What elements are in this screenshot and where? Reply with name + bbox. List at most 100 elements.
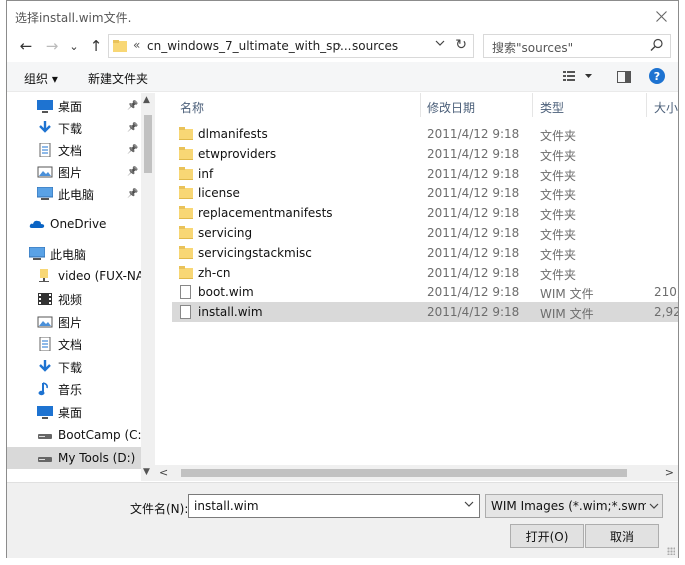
address-dropdown[interactable] bbox=[435, 38, 445, 51]
column-header-size[interactable]: 大小 bbox=[654, 93, 678, 117]
pin-icon[interactable]: 📌 bbox=[127, 145, 138, 155]
scroll-right-icon[interactable]: > bbox=[665, 466, 674, 479]
pictures-icon bbox=[37, 315, 53, 329]
sidebar-item-label: My Tools (D:) bbox=[58, 451, 136, 465]
sidebar-item[interactable]: BootCamp (C:) bbox=[7, 424, 146, 446]
column-divider[interactable] bbox=[420, 93, 421, 117]
file-row[interactable]: license 2011/4/12 9:18 文件夹 bbox=[172, 183, 678, 203]
sidebar-item[interactable]: 桌面 📌 bbox=[7, 95, 141, 117]
new-folder-button[interactable]: 新建文件夹 bbox=[88, 70, 148, 87]
document-icon bbox=[37, 336, 53, 352]
column-divider[interactable] bbox=[646, 93, 647, 117]
sort-ascending-icon: ^ bbox=[289, 93, 298, 100]
sidebar-item[interactable]: 视频 bbox=[7, 288, 141, 310]
file-name: inf bbox=[198, 166, 214, 181]
desktop-icon bbox=[37, 99, 53, 113]
file-date: 2011/4/12 9:18 bbox=[427, 206, 520, 221]
sidebar-item[interactable]: video (FUX-NA bbox=[7, 265, 144, 287]
sidebar-item[interactable]: 此电脑 📌 bbox=[7, 183, 141, 205]
sidebar-item[interactable]: 图片 📌 bbox=[7, 161, 141, 183]
sidebar-item[interactable]: 文档 bbox=[7, 333, 141, 355]
sidebar-item-label: 桌面 bbox=[58, 405, 83, 420]
sidebar-item[interactable]: 音乐 bbox=[7, 378, 141, 400]
refresh-button[interactable]: ↻ bbox=[455, 37, 467, 53]
up-button[interactable]: ↑ bbox=[85, 36, 107, 56]
horizontal-scrollbar[interactable]: < > bbox=[155, 465, 678, 481]
sidebar-item-label: 音乐 bbox=[58, 382, 83, 397]
document-icon bbox=[37, 142, 53, 158]
nav-scrollbar[interactable]: ▲ ▼ bbox=[141, 93, 155, 481]
sidebar-item[interactable]: 图片 bbox=[7, 311, 141, 333]
column-header-type[interactable]: 类型 bbox=[540, 93, 564, 117]
organize-menu[interactable]: 组织 ▾ bbox=[24, 70, 58, 87]
folder-icon bbox=[179, 245, 193, 260]
back-button[interactable]: ← bbox=[15, 36, 37, 56]
file-row[interactable]: servicingstackmisc 2011/4/12 9:18 文件夹 bbox=[172, 243, 678, 263]
sidebar-item[interactable]: 桌面 bbox=[7, 401, 141, 423]
resize-grip-icon[interactable] bbox=[667, 547, 675, 555]
pin-icon[interactable]: 📌 bbox=[127, 123, 138, 133]
address-bar[interactable]: « cn_windows_7_ultimate_with_sp... › sou… bbox=[108, 34, 474, 58]
chevron-down-icon bbox=[435, 40, 445, 46]
file-row[interactable]: etwproviders 2011/4/12 9:18 文件夹 bbox=[172, 144, 678, 164]
open-button[interactable]: 打开(O) bbox=[510, 524, 584, 548]
sidebar-item[interactable]: OneDrive bbox=[7, 213, 141, 235]
file-type: 文件夹 bbox=[540, 148, 577, 163]
breadcrumb-segment[interactable]: sources bbox=[352, 39, 398, 53]
scroll-left-icon[interactable]: < bbox=[159, 466, 168, 479]
forward-button[interactable]: → bbox=[41, 36, 63, 56]
file-open-dialog: 选择install.wim文件. ← → ⌄ ↑ « cn_windows_7_… bbox=[6, 0, 679, 558]
file-row[interactable]: boot.wim 2011/4/12 9:18 WIM 文件 210,1 bbox=[172, 282, 678, 302]
close-icon bbox=[655, 10, 667, 22]
column-type-label: 类型 bbox=[540, 101, 565, 115]
recent-locations-button[interactable]: ⌄ bbox=[63, 36, 85, 56]
file-name: boot.wim bbox=[198, 285, 254, 300]
file-row[interactable]: replacementmanifests 2011/4/12 9:18 文件夹 bbox=[172, 203, 678, 223]
download-icon bbox=[37, 121, 53, 135]
sidebar-item[interactable]: 下载 bbox=[7, 356, 141, 378]
file-type-select[interactable]: WIM Images (*.wim;*.swm;*.e bbox=[485, 494, 663, 518]
sidebar-item[interactable]: 下载 📌 bbox=[7, 117, 141, 139]
help-button[interactable]: ? bbox=[649, 68, 665, 84]
file-date: 2011/4/12 9:18 bbox=[427, 285, 520, 300]
column-header-name[interactable]: 名称 bbox=[180, 93, 204, 117]
folder-icon bbox=[179, 127, 193, 141]
file-row[interactable]: servicing 2011/4/12 9:18 文件夹 bbox=[172, 223, 678, 243]
sidebar-item-label: 此电脑 bbox=[50, 247, 87, 262]
pin-icon[interactable]: 📌 bbox=[127, 167, 138, 177]
scroll-up-icon[interactable]: ▲ bbox=[143, 95, 150, 105]
column-divider[interactable] bbox=[532, 93, 533, 117]
view-options-button[interactable] bbox=[563, 70, 593, 85]
address-overflow[interactable]: « bbox=[133, 38, 140, 52]
sidebar-item[interactable]: My Tools (D:) bbox=[7, 447, 141, 469]
sidebar-item-label: 桌面 bbox=[58, 99, 83, 114]
file-row[interactable]: inf 2011/4/12 9:18 文件夹 bbox=[172, 164, 678, 184]
file-date: 2011/4/12 9:18 bbox=[427, 186, 520, 201]
breadcrumb-segment[interactable]: cn_windows_7_ultimate_with_sp... bbox=[147, 39, 352, 53]
file-row[interactable]: dlmanifests 2011/4/12 9:18 文件夹 bbox=[172, 124, 678, 144]
preview-pane-icon[interactable] bbox=[617, 71, 631, 83]
column-size-label: 大小 bbox=[654, 101, 678, 115]
cancel-button[interactable]: 取消 bbox=[585, 524, 659, 548]
search-placeholder: 搜索"sources" bbox=[492, 41, 574, 55]
chevron-down-icon[interactable] bbox=[464, 499, 474, 512]
close-button[interactable] bbox=[644, 1, 678, 31]
file-row[interactable]: install.wim 2011/4/12 9:18 WIM 文件 2,929 bbox=[172, 302, 678, 323]
pin-icon[interactable]: 📌 bbox=[127, 189, 138, 199]
column-header-date[interactable]: 修改日期 bbox=[427, 93, 475, 117]
download-icon bbox=[37, 360, 53, 374]
breadcrumb-separator[interactable]: › bbox=[337, 38, 342, 52]
filename-field[interactable]: install.wim bbox=[188, 494, 480, 518]
sidebar-item-label: 此电脑 bbox=[58, 187, 95, 202]
search-input[interactable]: 搜索"sources" bbox=[483, 34, 671, 58]
network-drive-icon bbox=[37, 269, 53, 283]
sidebar-item[interactable]: 此电脑 bbox=[7, 243, 141, 265]
file-name: license bbox=[198, 186, 240, 201]
scroll-thumb[interactable] bbox=[181, 469, 627, 477]
file-row[interactable]: zh-cn 2011/4/12 9:18 文件夹 bbox=[172, 263, 678, 283]
pin-icon[interactable]: 📌 bbox=[127, 101, 138, 111]
folder-icon bbox=[179, 226, 193, 240]
scroll-down-icon[interactable]: ▼ bbox=[143, 467, 150, 477]
sidebar-item[interactable]: 文档 📌 bbox=[7, 139, 141, 161]
scroll-thumb[interactable] bbox=[144, 115, 152, 173]
